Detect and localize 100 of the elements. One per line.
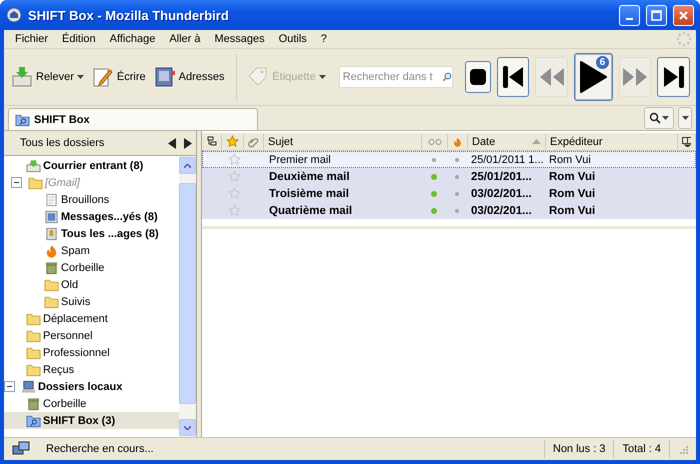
menu-item[interactable]: Édition bbox=[55, 33, 103, 45]
search-box[interactable]: Rechercher dans t bbox=[338, 66, 453, 88]
junk-dot bbox=[455, 192, 459, 196]
search-folder-icon bbox=[26, 414, 41, 428]
date-cell-text: 25/01/201... bbox=[470, 170, 533, 182]
column-header[interactable]: Sujet bbox=[264, 134, 422, 149]
folder-item[interactable]: Professionnel bbox=[4, 344, 179, 361]
junk-dot bbox=[455, 158, 459, 162]
caret-icon bbox=[318, 75, 326, 79]
folder-item[interactable]: Corbeille bbox=[4, 259, 179, 276]
document-icon bbox=[44, 192, 59, 206]
dropdown-button[interactable] bbox=[678, 107, 692, 129]
folder-item[interactable]: Dossiers locaux bbox=[4, 378, 179, 395]
scrollbar[interactable] bbox=[179, 156, 196, 437]
resize-grip-icon bbox=[678, 444, 688, 454]
collapse-toggle[interactable] bbox=[11, 177, 22, 188]
toolbar-button[interactable]: Relever bbox=[8, 61, 87, 93]
computer-icon bbox=[21, 380, 36, 394]
next-arrow-icon[interactable] bbox=[184, 138, 192, 148]
star-icon[interactable] bbox=[228, 153, 240, 166]
search-icon bbox=[649, 112, 661, 124]
folder-item[interactable]: SHIFT Box (3) bbox=[4, 412, 179, 429]
status-text: Recherche en cours... bbox=[45, 442, 155, 457]
folder-icon bbox=[44, 278, 59, 292]
caret-icon bbox=[76, 75, 84, 79]
folder-item[interactable]: Reçus bbox=[4, 361, 179, 378]
count-badge: 6 bbox=[596, 56, 609, 69]
star-icon[interactable] bbox=[228, 170, 240, 183]
folder-item[interactable]: Corbeille bbox=[4, 395, 179, 412]
minimize-icon bbox=[626, 18, 633, 20]
toolbar-button[interactable]: Adresses bbox=[150, 61, 228, 93]
search-field[interactable]: Rechercher dans t bbox=[340, 71, 442, 83]
menu-item[interactable]: Aller à bbox=[162, 33, 208, 45]
folder-icon bbox=[26, 362, 41, 376]
column-picker-icon bbox=[682, 136, 691, 146]
inbox-icon bbox=[26, 158, 41, 172]
skip-back-button[interactable] bbox=[496, 57, 530, 97]
maximize-button[interactable] bbox=[646, 4, 667, 26]
minimize-button[interactable] bbox=[619, 4, 640, 26]
menu-item[interactable]: ? bbox=[314, 33, 334, 45]
unread-dot bbox=[431, 174, 437, 180]
close-button[interactable] bbox=[673, 4, 694, 26]
trash-icon bbox=[44, 260, 59, 274]
column-header[interactable]: Date bbox=[468, 134, 546, 149]
folder-item[interactable]: Courrier entrant (8) bbox=[4, 157, 179, 174]
toolbar-button[interactable]: Écrire bbox=[88, 61, 149, 93]
junk-dot bbox=[455, 174, 459, 178]
read-dot bbox=[432, 158, 436, 162]
pane-title: Tous les dossiers bbox=[20, 137, 106, 149]
subject-cell-text: Deuxième mail bbox=[268, 170, 351, 182]
folder-item[interactable]: Suivis bbox=[4, 293, 179, 310]
unread-dot bbox=[431, 208, 437, 214]
folder-item[interactable]: Personnel bbox=[4, 327, 179, 344]
folder-item[interactable]: Déplacement bbox=[4, 310, 179, 327]
menu-item[interactable]: Outils bbox=[272, 33, 314, 45]
menu-item[interactable]: Fichier bbox=[8, 33, 56, 45]
message-row[interactable]: Deuxième mail 25/01/201... Rom Vui bbox=[202, 168, 696, 185]
scroll-down-icon[interactable] bbox=[184, 426, 191, 430]
folder-icon bbox=[44, 294, 59, 308]
previous-arrow-icon[interactable] bbox=[168, 138, 176, 148]
star-icon[interactable] bbox=[228, 204, 240, 217]
network-icon bbox=[12, 441, 30, 457]
folder-item[interactable]: Spam bbox=[4, 242, 179, 259]
folder-icon bbox=[26, 328, 41, 342]
folder-item[interactable]: Brouillons bbox=[4, 191, 179, 208]
play-button[interactable]: 6 bbox=[574, 53, 613, 101]
folder-item[interactable]: Messages...yés (8) bbox=[4, 208, 179, 225]
menu-item[interactable]: Affichage bbox=[102, 33, 162, 45]
app-logo-icon bbox=[6, 7, 22, 23]
stop-button[interactable] bbox=[464, 61, 491, 93]
minus-icon bbox=[13, 179, 20, 186]
skip-forward-button[interactable] bbox=[657, 57, 690, 97]
skip-forward-icon bbox=[662, 65, 685, 89]
maximize-icon bbox=[651, 10, 662, 20]
collapse-toggle[interactable] bbox=[4, 381, 15, 392]
cabinet-icon bbox=[44, 226, 59, 240]
menu-item[interactable]: Messages bbox=[208, 33, 272, 45]
pencil-paper-icon bbox=[92, 66, 114, 88]
stop-icon bbox=[468, 68, 487, 86]
folder-item[interactable]: Tous les ...ages (8) bbox=[4, 225, 179, 242]
sender-cell-text: Rom Vui bbox=[548, 170, 596, 182]
search-menu-button[interactable] bbox=[644, 107, 674, 129]
fast-forward-icon bbox=[622, 67, 648, 87]
star-icon[interactable] bbox=[228, 187, 240, 200]
folder-icon bbox=[28, 176, 43, 190]
message-row[interactable]: Troisième mail 03/02/201... Rom Vui bbox=[202, 185, 696, 202]
scroll-up-icon[interactable] bbox=[184, 164, 191, 168]
caret-icon bbox=[662, 116, 669, 120]
column-header[interactable]: Expéditeur bbox=[546, 134, 678, 149]
search-folder-icon bbox=[15, 112, 30, 126]
folder-icon bbox=[26, 312, 41, 326]
unread-dot bbox=[431, 190, 437, 196]
window-icon bbox=[44, 210, 59, 224]
message-row[interactable]: Quatrième mail 03/02/201... Rom Vui bbox=[202, 202, 696, 219]
close-icon bbox=[678, 10, 689, 20]
folder-item[interactable]: Old bbox=[4, 276, 179, 293]
date-cell-text: 25/01/2011 1... bbox=[470, 154, 545, 166]
message-row[interactable]: Premier mail 25/01/2011 1... Rom Vui bbox=[202, 151, 696, 168]
tab[interactable]: SHIFT Box bbox=[8, 108, 258, 130]
star-icon[interactable] bbox=[226, 135, 239, 148]
